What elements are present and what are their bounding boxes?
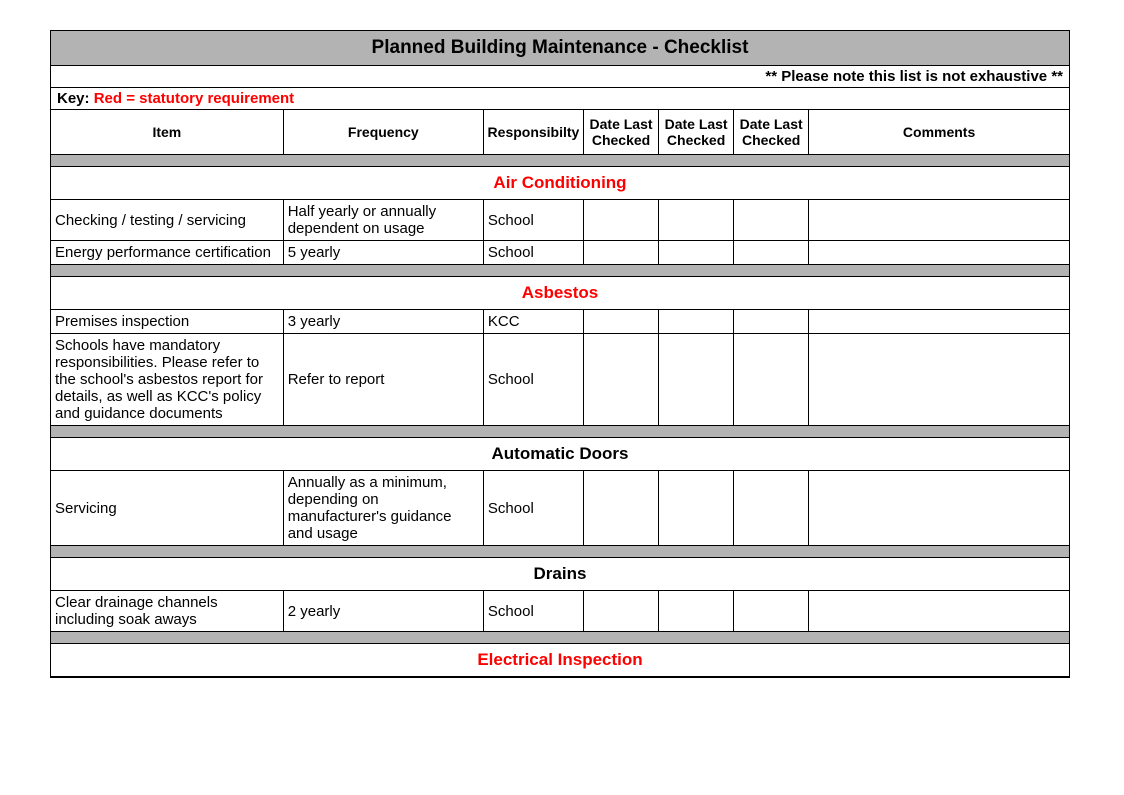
cell-item: Checking / testing / servicing xyxy=(51,200,283,241)
cell-d3 xyxy=(734,310,809,334)
cell-comments xyxy=(809,334,1069,426)
cell-frequency: 2 yearly xyxy=(283,591,483,632)
section-spacer xyxy=(51,632,1069,644)
header-item: Item xyxy=(51,110,283,155)
cell-responsibility: School xyxy=(483,334,583,426)
cell-item: Clear drainage channels including soak a… xyxy=(51,591,283,632)
table-row: Energy performance certification5 yearly… xyxy=(51,241,1069,265)
checklist-document: Planned Building Maintenance - Checklist… xyxy=(50,30,1070,678)
section-header: Air Conditioning xyxy=(51,167,1069,200)
table-row: Premises inspection3 yearlyKCC xyxy=(51,310,1069,334)
cell-frequency: Half yearly or annually dependent on usa… xyxy=(283,200,483,241)
cell-frequency: Annually as a minimum, depending on manu… xyxy=(283,471,483,546)
header-date1: Date Last Checked xyxy=(584,110,659,155)
cell-d2 xyxy=(659,334,734,426)
cell-d1 xyxy=(584,310,659,334)
checklist-table: Item Frequency Responsibilty Date Last C… xyxy=(51,110,1069,677)
section-title: Electrical Inspection xyxy=(51,644,1069,677)
page-title: Planned Building Maintenance - Checklist xyxy=(51,31,1069,66)
cell-d1 xyxy=(584,241,659,265)
cell-item: Servicing xyxy=(51,471,283,546)
cell-comments xyxy=(809,200,1069,241)
section-spacer xyxy=(51,426,1069,438)
header-date3: Date Last Checked xyxy=(734,110,809,155)
header-row: Item Frequency Responsibilty Date Last C… xyxy=(51,110,1069,155)
table-body: Air ConditioningChecking / testing / ser… xyxy=(51,155,1069,677)
section-header: Asbestos xyxy=(51,277,1069,310)
cell-d1 xyxy=(584,471,659,546)
cell-comments xyxy=(809,591,1069,632)
cell-comments xyxy=(809,241,1069,265)
header-date2: Date Last Checked xyxy=(659,110,734,155)
key-label: Key: xyxy=(57,90,94,107)
cell-comments xyxy=(809,471,1069,546)
cell-d3 xyxy=(734,471,809,546)
cell-responsibility: KCC xyxy=(483,310,583,334)
cell-frequency: 3 yearly xyxy=(283,310,483,334)
cell-responsibility: School xyxy=(483,200,583,241)
cell-d2 xyxy=(659,310,734,334)
cell-d3 xyxy=(734,591,809,632)
cell-d1 xyxy=(584,591,659,632)
section-title: Automatic Doors xyxy=(51,438,1069,471)
cell-responsibility: School xyxy=(483,241,583,265)
cell-frequency: Refer to report xyxy=(283,334,483,426)
cell-d2 xyxy=(659,471,734,546)
header-frequency: Frequency xyxy=(283,110,483,155)
section-header: Electrical Inspection xyxy=(51,644,1069,677)
cell-d1 xyxy=(584,334,659,426)
cell-item: Premises inspection xyxy=(51,310,283,334)
cell-d2 xyxy=(659,241,734,265)
table-row: Checking / testing / servicingHalf yearl… xyxy=(51,200,1069,241)
cell-item: Energy performance certification xyxy=(51,241,283,265)
cell-d3 xyxy=(734,241,809,265)
section-title: Air Conditioning xyxy=(51,167,1069,200)
cell-d2 xyxy=(659,591,734,632)
section-header: Automatic Doors xyxy=(51,438,1069,471)
cell-d3 xyxy=(734,334,809,426)
table-row: Schools have mandatory responsibilities.… xyxy=(51,334,1069,426)
section-title: Drains xyxy=(51,558,1069,591)
cell-item: Schools have mandatory responsibilities.… xyxy=(51,334,283,426)
key-red-text: Red = statutory requirement xyxy=(94,90,294,107)
header-comments: Comments xyxy=(809,110,1069,155)
cell-responsibility: School xyxy=(483,471,583,546)
cell-comments xyxy=(809,310,1069,334)
cell-d1 xyxy=(584,200,659,241)
section-header: Drains xyxy=(51,558,1069,591)
table-row: ServicingAnnually as a minimum, dependin… xyxy=(51,471,1069,546)
section-spacer xyxy=(51,155,1069,167)
cell-responsibility: School xyxy=(483,591,583,632)
note-row: ** Please note this list is not exhausti… xyxy=(51,66,1069,88)
section-title: Asbestos xyxy=(51,277,1069,310)
cell-d2 xyxy=(659,200,734,241)
cell-frequency: 5 yearly xyxy=(283,241,483,265)
header-responsibility: Responsibilty xyxy=(483,110,583,155)
cell-d3 xyxy=(734,200,809,241)
section-spacer xyxy=(51,546,1069,558)
table-row: Clear drainage channels including soak a… xyxy=(51,591,1069,632)
key-row: Key: Red = statutory requirement xyxy=(51,88,1069,110)
section-spacer xyxy=(51,265,1069,277)
